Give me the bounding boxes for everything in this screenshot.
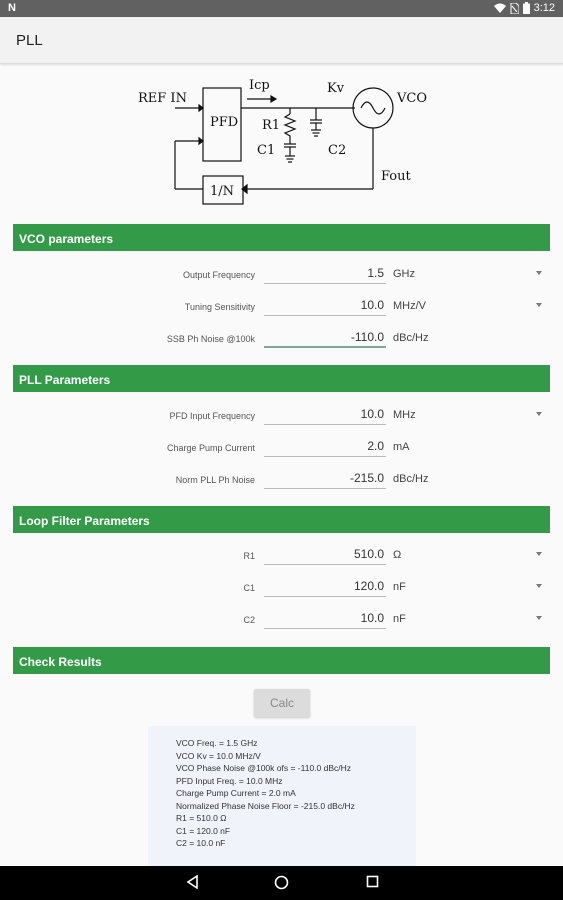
battery-icon	[522, 2, 530, 14]
dropdown-arrow-icon[interactable]	[536, 584, 542, 588]
tuning-sensitivity-input[interactable]: 10.0	[264, 297, 386, 316]
pfd-input-frequency-unit-select[interactable]: MHz	[393, 409, 416, 421]
c1-unit-select[interactable]: nF	[393, 581, 406, 593]
charge-pump-current-label: Charge Pump Current	[166, 443, 255, 453]
charge-pump-current-unit: mA	[393, 441, 410, 453]
output-frequency-unit-select[interactable]: GHz	[393, 268, 415, 280]
pfd-input-frequency-label: PFD Input Frequency	[169, 411, 255, 421]
result-line: Normalized Phase Noise Floor = -215.0 dB…	[176, 800, 355, 811]
diagram-c1-label: C1	[257, 143, 275, 158]
result-line: VCO Kv = 10.0 MHz/V	[176, 750, 261, 761]
result-line: VCO Freq. = 1.5 GHz	[176, 738, 258, 748]
tuning-sensitivity-unit-select[interactable]: MHz/V	[393, 300, 426, 312]
diagram-pfd-label: PFD	[210, 115, 238, 130]
navigation-bar	[0, 866, 563, 900]
diagram-r1-label: R1	[262, 118, 280, 133]
charge-pump-current-input[interactable]: 2.0	[264, 438, 386, 457]
clock: 3:12	[533, 2, 555, 14]
charge-pump-current-row: Charge Pump Current 2.0 mA	[0, 435, 563, 461]
c1-label: C1	[243, 583, 255, 593]
dropdown-arrow-icon[interactable]	[536, 616, 542, 620]
diagram-divider-label: 1/N	[210, 184, 234, 199]
result-line: PFD Input Freq. = 10.0 MHz	[176, 775, 283, 786]
r1-label: R1	[243, 551, 255, 561]
results-panel: VCO Freq. = 1.5 GHz VCO Kv = 10.0 MHz/V …	[148, 726, 416, 866]
ssb-phase-noise-row: SSB Ph Noise @100k -110.0 dBc/Hz	[0, 326, 563, 352]
tuning-sensitivity-row: Tuning Sensitivity 10.0 MHz/V	[0, 294, 563, 320]
check-results-header: Check Results	[13, 647, 550, 674]
ssb-phase-noise-label: SSB Ph Noise @100k	[166, 334, 255, 344]
status-bar: N 3:12	[0, 0, 563, 17]
c2-input[interactable]: 10.0	[264, 610, 386, 629]
r1-unit-select[interactable]: Ω	[393, 549, 401, 561]
diagram-c2-label: C2	[328, 143, 346, 158]
diagram-vco-label: VCO	[396, 91, 427, 106]
c1-input[interactable]: 120.0	[264, 578, 386, 597]
c2-label: C2	[243, 615, 255, 625]
result-line: C2 = 10.0 nF	[176, 838, 226, 848]
back-icon[interactable]	[186, 875, 200, 889]
diagram-icp-label: Icp	[249, 78, 270, 93]
pll-parameters-header: PLL Parameters	[13, 365, 550, 392]
home-icon[interactable]	[274, 875, 289, 890]
result-line: R1 = 510.0 Ω	[176, 813, 227, 823]
ssb-phase-noise-unit: dBc/Hz	[393, 332, 429, 344]
calc-button[interactable]: Calc	[254, 689, 310, 717]
output-frequency-row: Output Frequency 1.5 GHz	[0, 262, 563, 288]
pfd-input-frequency-row: PFD Input Frequency 10.0 MHz	[0, 403, 563, 429]
ssb-phase-noise-input[interactable]: -110.0	[264, 329, 386, 348]
norm-pll-phase-noise-unit: dBc/Hz	[393, 473, 429, 485]
output-frequency-input[interactable]: 1.5	[264, 265, 386, 284]
c1-row: C1 120.0 nF	[0, 575, 563, 601]
wifi-icon	[493, 3, 506, 13]
dropdown-arrow-icon[interactable]	[536, 271, 542, 275]
diagram-ref-in-label: REF IN	[138, 91, 187, 106]
norm-pll-phase-noise-input[interactable]: -215.0	[264, 470, 386, 489]
r1-input[interactable]: 510.0	[264, 546, 386, 565]
notification-icon: N	[8, 2, 16, 14]
norm-pll-phase-noise-row: Norm PLL Ph Noise -215.0 dBc/Hz	[0, 467, 563, 493]
dropdown-arrow-icon[interactable]	[536, 412, 542, 416]
result-line: VCO Phase Noise @100k ofs = -110.0 dBc/H…	[176, 763, 352, 773]
tuning-sensitivity-label: Tuning Sensitivity	[184, 302, 255, 312]
output-frequency-label: Output Frequency	[182, 270, 255, 280]
c2-unit-select[interactable]: nF	[393, 613, 406, 625]
dropdown-arrow-icon[interactable]	[536, 552, 542, 556]
pll-block-diagram: REF IN PFD Icp Kv VCO R1 C1 C2 Fout 1/N	[138, 78, 427, 205]
vco-parameters-header: VCO parameters	[13, 224, 550, 251]
app-title: PLL	[16, 32, 43, 49]
dropdown-arrow-icon[interactable]	[536, 303, 542, 307]
c2-row: C2 10.0 nF	[0, 607, 563, 633]
norm-pll-phase-noise-label: Norm PLL Ph Noise	[175, 475, 255, 485]
recents-icon[interactable]	[366, 875, 379, 888]
no-sim-icon	[510, 2, 519, 14]
r1-row: R1 510.0 Ω	[0, 543, 563, 569]
loop-filter-parameters-header: Loop Filter Parameters	[13, 506, 550, 533]
app-bar: PLL	[0, 17, 563, 64]
diagram-kv-label: Kv	[327, 81, 345, 96]
pfd-input-frequency-input[interactable]: 10.0	[264, 406, 386, 425]
result-line: C1 = 120.0 nF	[176, 825, 231, 836]
diagram-fout-label: Fout	[381, 169, 412, 184]
result-line: Charge Pump Current = 2.0 mA	[176, 788, 296, 798]
